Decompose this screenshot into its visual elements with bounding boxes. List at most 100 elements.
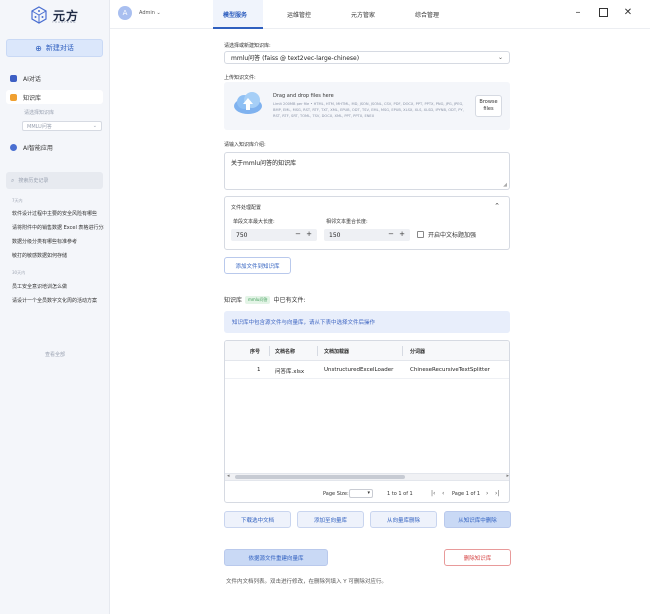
column-divider[interactable] <box>402 346 403 356</box>
rebuild-vector-button[interactable]: 依据源文件重建向量库 <box>224 549 328 566</box>
column-header[interactable]: 文档加载器 <box>324 348 349 355</box>
increment-icon[interactable]: + <box>399 230 405 238</box>
column-header[interactable]: 序号 <box>250 348 260 355</box>
table-cell[interactable]: 问答库.xlsx <box>275 367 304 375</box>
page-indicator: Page 1 of 1 <box>452 491 481 497</box>
tab-yuanfang-steward[interactable]: 元方管家 <box>351 10 375 19</box>
file-dropzone[interactable]: Drag and drop files here Limit 200MB per… <box>224 82 510 130</box>
sidebar-item-ai-chat[interactable]: AI对话 <box>6 71 103 85</box>
sidebar-item-label: AI对话 <box>23 75 41 83</box>
sidebar-item-label: AI智能应用 <box>23 144 53 152</box>
search-icon: ⌕ <box>11 176 15 184</box>
scroll-right-icon[interactable]: ▸ <box>506 473 509 479</box>
kb-header-suffix: 中已有文件: <box>273 297 306 304</box>
delete-kb-button[interactable]: 删除知识库 <box>444 549 511 566</box>
history-item[interactable]: 员工安全意识培训怎么做 <box>12 283 104 290</box>
table-cell[interactable]: UnstructuredExcelLoader <box>324 367 393 373</box>
horizontal-scrollbar[interactable]: ◂ ▸ <box>225 473 509 480</box>
column-divider[interactable] <box>269 346 270 356</box>
table-cell[interactable]: ChineseRecursiveTextSplitter <box>410 367 490 373</box>
browse-files-button[interactable]: Browse files <box>475 95 502 117</box>
minimize-icon[interactable]: – <box>571 5 585 19</box>
view-all-link[interactable]: 查看全部 <box>0 351 110 358</box>
kb-picker-select[interactable]: MMLU问答 ⌄ <box>22 121 102 131</box>
sidebar-item-knowledge-base[interactable]: 知识库 <box>6 90 103 104</box>
user-menu[interactable]: Admin ⌄ <box>139 10 161 16</box>
zh-title-enhance-label: 开启中文标题加强 <box>428 232 477 239</box>
kb-description-textarea[interactable]: 关于mmlu问答的知识库 ◢ <box>224 152 510 190</box>
checkbox-box[interactable] <box>417 231 424 238</box>
chevron-down-icon: ▾ <box>367 490 370 496</box>
kb-select[interactable]: mmlu问答 (faiss @ text2vec-large-chinese) … <box>224 51 510 64</box>
chunk-size-stepper[interactable]: 750 − + <box>231 229 317 241</box>
last-page-icon[interactable]: ›| <box>495 490 499 497</box>
table-pagination: Page Size: ▾ 1 to 1 of 1 |‹ ‹ Page 1 of … <box>225 480 509 502</box>
cloud-upload-icon <box>232 91 264 117</box>
chat-icon <box>10 74 17 82</box>
kb-header-prefix: 知识库 <box>224 297 243 304</box>
history-group-label: 30天内 <box>12 270 26 275</box>
decrement-icon[interactable]: − <box>295 230 301 238</box>
chat-plus-icon: ⊕ <box>35 43 42 53</box>
history-item[interactable]: 请设计一个全员数字文化周的活动方案 <box>12 297 104 304</box>
browse-label: Browse <box>479 99 498 105</box>
kb-select-label: 请选择或新建知识库: <box>224 43 271 49</box>
column-header[interactable]: 文档名称 <box>275 348 295 355</box>
chevron-up-icon[interactable]: ⌃ <box>494 202 500 210</box>
history-item[interactable]: 数据分级分类有哪些标准参考 <box>12 238 104 245</box>
prev-page-icon[interactable]: ‹ <box>442 490 444 497</box>
scrollbar-thumb[interactable] <box>235 475 405 479</box>
scroll-left-icon[interactable]: ◂ <box>227 473 230 479</box>
kb-name-badge: mmlu问答 <box>245 295 271 304</box>
chunk-size-label: 单段文本最大长度: <box>233 219 275 225</box>
new-chat-button[interactable]: ⊕ 新建对话 <box>6 39 103 57</box>
overlap-label: 相邻文本重合长度: <box>326 219 368 225</box>
overlap-stepper[interactable]: 150 − + <box>324 229 410 241</box>
kb-picker-value: MMLU问答 <box>27 123 52 130</box>
avatar[interactable]: A <box>118 6 132 20</box>
column-divider[interactable] <box>317 346 318 356</box>
config-title: 文件处理配置 <box>231 205 262 211</box>
history-search-placeholder: 搜索历史记录 <box>18 178 49 184</box>
remove-from-vector-button[interactable]: 从向量库删除 <box>370 511 437 528</box>
row-range: 1 to 1 of 1 <box>387 491 413 497</box>
browse-label-files: files <box>483 106 494 112</box>
resize-grip-icon[interactable]: ◢ <box>503 182 507 188</box>
history-item[interactable]: 敏打的敏感数据如何存储 <box>12 252 104 259</box>
close-icon[interactable]: ✕ <box>621 5 635 19</box>
files-table: 序号 文档名称 文档加载器 分词器 1 问答库.xlsx Unstructure… <box>224 340 510 503</box>
zh-title-enhance-checkbox[interactable]: 开启中文标题加强 <box>417 230 476 239</box>
page-size-label: Page Size: <box>323 491 349 497</box>
new-chat-label: 新建对话 <box>45 44 74 52</box>
table-cell[interactable]: 1 <box>257 367 261 373</box>
upload-label: 上传知识文件: <box>224 75 256 81</box>
remove-from-kb-button[interactable]: 从知识库中删除 <box>444 511 511 528</box>
increment-icon[interactable]: + <box>306 230 312 238</box>
kb-picker-label: 请选择知识库 <box>24 110 55 116</box>
page-size-select[interactable]: ▾ <box>349 489 373 498</box>
download-selected-button[interactable]: 下载选中文档 <box>224 511 291 528</box>
next-page-icon[interactable]: › <box>486 490 488 497</box>
sidebar-item-ai-apps[interactable]: AI智能应用 <box>6 140 103 154</box>
book-icon <box>10 93 17 101</box>
first-page-icon[interactable]: |‹ <box>431 490 435 497</box>
add-file-to-kb-button[interactable]: 添加文件到知识库 <box>224 257 291 274</box>
tab-ops-control[interactable]: 运维管控 <box>287 10 311 19</box>
kb-select-value: mmlu问答 (faiss @ text2vec-large-chinese) <box>231 55 360 62</box>
kb-description-label: 请输入知识库介绍: <box>224 142 266 148</box>
history-item[interactable]: 请将附件中的销售数据 Excel 表格进行分析 <box>12 224 104 231</box>
dropzone-title: Drag and drop files here <box>273 93 334 99</box>
chevron-down-icon: ⌄ <box>156 10 161 16</box>
table-header: 序号 文档名称 文档加载器 分词器 <box>225 341 509 361</box>
footer-note: 文件内文档列表。双击进行修改，在删除列填入 Y 可删除对应行。 <box>226 579 387 585</box>
history-search-input[interactable]: ⌕ 搜索历史记录 <box>6 172 103 189</box>
chevron-down-icon: ⌄ <box>92 123 97 129</box>
history-item[interactable]: 软件设计过程中主要的安全风险有哪些 <box>12 210 104 217</box>
add-to-vector-button[interactable]: 添加至向量库 <box>297 511 364 528</box>
column-header[interactable]: 分词器 <box>410 348 425 355</box>
tab-model-service[interactable]: 模型服务 <box>223 10 247 19</box>
tab-general-admin[interactable]: 综合管理 <box>415 10 439 19</box>
maximize-icon[interactable] <box>596 5 610 19</box>
kb-description-value: 关于mmlu问答的知识库 <box>231 160 297 167</box>
decrement-icon[interactable]: − <box>388 230 394 238</box>
